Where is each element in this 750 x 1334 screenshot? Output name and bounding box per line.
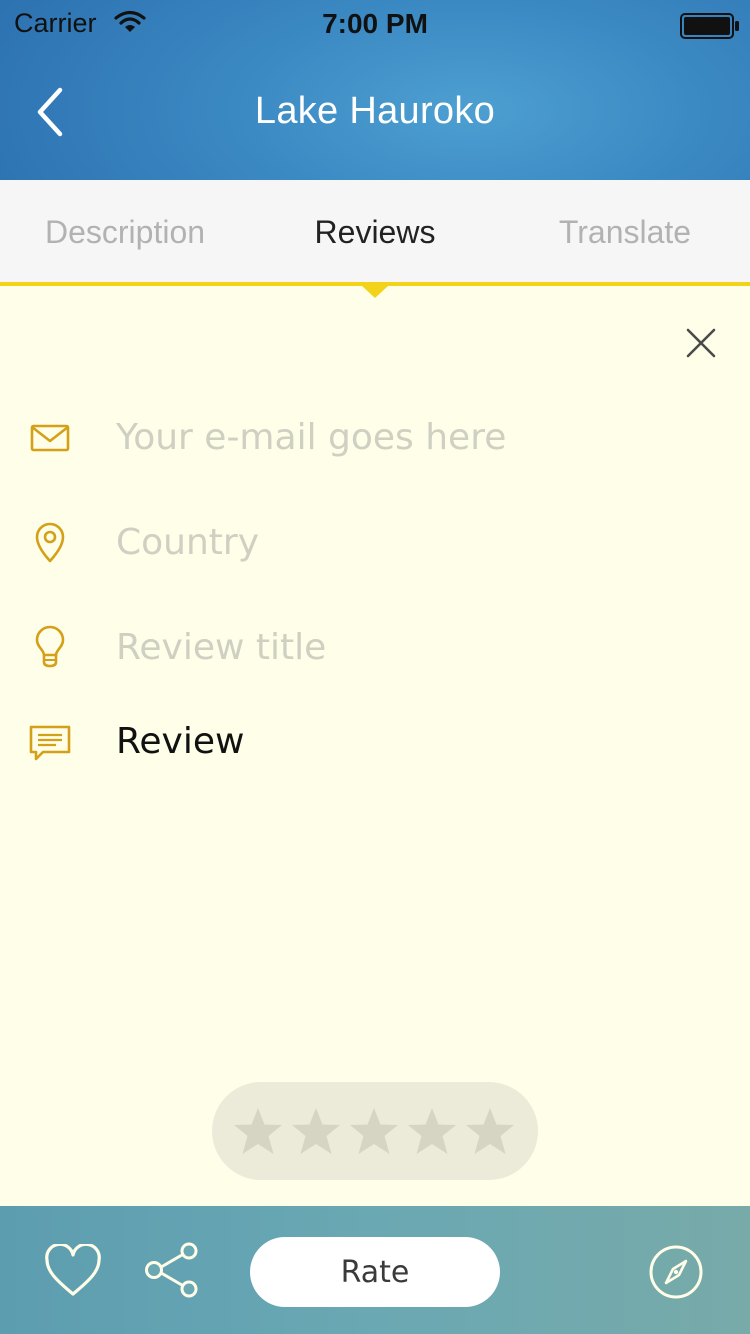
tab-bar: Description Reviews Translate	[0, 180, 750, 286]
star-icon-1[interactable]	[232, 1106, 284, 1156]
battery-icon	[680, 13, 739, 39]
email-row	[0, 402, 750, 472]
active-tab-indicator	[362, 286, 388, 298]
star-icon-3[interactable]	[348, 1106, 400, 1156]
star-icon-5[interactable]	[464, 1106, 516, 1156]
navigation-header: Carrier 7:00 PM Lake Hauroko	[0, 0, 750, 180]
tab-reviews[interactable]: Reviews	[250, 180, 500, 282]
star-rating	[212, 1082, 538, 1180]
page-title: Lake Hauroko	[254, 90, 496, 132]
bottom-toolbar: Rate	[0, 1206, 750, 1334]
review-row	[0, 706, 750, 776]
lightbulb-icon	[35, 625, 65, 668]
close-icon[interactable]	[680, 322, 722, 364]
email-field[interactable]	[116, 402, 716, 472]
status-time: 7:00 PM	[322, 8, 428, 39]
share-icon[interactable]	[142, 1242, 202, 1298]
compass-icon[interactable]	[648, 1244, 704, 1300]
map-pin-icon	[35, 522, 65, 563]
country-field[interactable]	[116, 507, 716, 577]
review-title-field[interactable]	[116, 612, 716, 682]
review-title-row	[0, 612, 750, 682]
tab-translate[interactable]: Translate	[500, 180, 750, 282]
speech-bubble-icon	[29, 725, 71, 761]
star-icon-2[interactable]	[290, 1106, 342, 1156]
heart-icon[interactable]	[44, 1244, 102, 1298]
envelope-icon	[30, 424, 70, 452]
star-icon-4[interactable]	[406, 1106, 458, 1156]
status-bar: Carrier 7:00 PM	[0, 0, 750, 50]
country-row	[0, 507, 750, 577]
rate-button[interactable]: Rate	[250, 1237, 500, 1307]
tab-description[interactable]: Description	[0, 180, 250, 282]
review-field[interactable]	[116, 706, 716, 776]
